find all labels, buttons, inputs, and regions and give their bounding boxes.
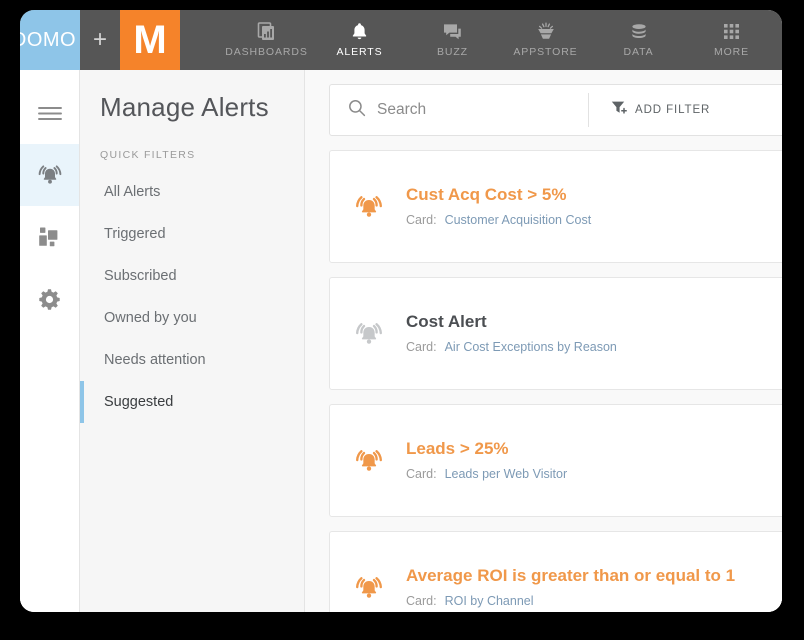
alert-bell-ringing-icon [352, 572, 406, 604]
alert-bell-ringing-icon [35, 161, 65, 189]
alert-subline: Card: Leads per Web Visitor [406, 467, 567, 481]
alert-card[interactable]: Average ROI is greater than or equal to … [329, 531, 782, 612]
search-input[interactable]: Search [330, 85, 588, 135]
gear-icon [37, 287, 62, 312]
quick-filters-label: QUICK FILTERS [100, 149, 196, 161]
rail-item-alerts[interactable] [20, 144, 79, 206]
alert-card[interactable]: Leads > 25% Card: Leads per Web Visitor [329, 404, 782, 517]
quick-filter-owned-by-you[interactable]: Owned by you [80, 297, 304, 339]
nav-label-dashboards: DASHBOARDS [225, 46, 308, 58]
bell-icon [351, 22, 368, 41]
nav-label-buzz: BUZZ [436, 46, 468, 58]
add-filter-label: ADD FILTER [635, 104, 711, 116]
nav-label-alerts: ALERTS [336, 46, 383, 58]
search-bar: Search ADD FILTER [329, 84, 782, 136]
alert-card-link[interactable]: Leads per Web Visitor [445, 467, 568, 481]
quick-filters-panel: Manage Alerts QUICK FILTERS All Alerts T… [80, 70, 305, 612]
alert-card-label: Card: [406, 213, 437, 228]
alert-text: Average ROI is greater than or equal to … [406, 565, 736, 608]
alert-subline: Card: ROI by Channel [406, 594, 735, 608]
icon-rail [20, 70, 80, 612]
alert-text: Leads > 25% Card: Leads per Web Visitor [406, 438, 567, 481]
nav-label-appstore: APPSTORE [513, 46, 578, 58]
page-title: Manage Alerts [100, 92, 269, 122]
alert-title: Cost Alert [406, 311, 487, 331]
nav-label-data: DATA [623, 46, 654, 58]
top-nav-items: DASHBOARDS ALERTS BUZZ APPSTORE DATA MOR… [180, 10, 782, 70]
quick-filter-triggered[interactable]: Triggered [80, 213, 304, 255]
nav-label-more: MORE [713, 46, 750, 58]
alert-subline: Card: Air Cost Exceptions by Reason [406, 340, 617, 354]
alert-title: Leads > 25% [406, 438, 509, 458]
alerts-content: Search ADD FILTER Cust Acq Cost > 5% Car… [305, 70, 782, 612]
grid-dots-icon [723, 22, 740, 41]
database-icon [630, 22, 648, 41]
alert-card-link[interactable]: Air Cost Exceptions by Reason [445, 340, 617, 354]
nav-item-data[interactable]: DATA [592, 10, 685, 70]
nav-item-appstore[interactable]: APPSTORE [499, 10, 592, 70]
chat-bubbles-icon [443, 22, 462, 41]
dashboard-chart-icon [257, 22, 276, 41]
alert-card-label: Card: [406, 340, 437, 355]
rail-item-menu[interactable] [20, 82, 79, 144]
partner-logo-text: M [133, 18, 167, 62]
top-navigation-bar: DOMO + M DASHBOARDS [20, 10, 782, 70]
nav-item-more[interactable]: MORE [685, 10, 778, 70]
domo-logo[interactable]: DOMO [20, 10, 80, 70]
alert-card[interactable]: Cust Acq Cost > 5% Card: Customer Acquis… [329, 150, 782, 263]
quick-filter-list: All Alerts Triggered Subscribed Owned by… [80, 171, 304, 423]
alert-title: Cust Acq Cost > 5% [406, 184, 567, 204]
quick-filter-subscribed[interactable]: Subscribed [80, 255, 304, 297]
alert-bell-ringing-icon [352, 318, 406, 350]
alert-card-link[interactable]: ROI by Channel [445, 594, 534, 608]
hamburger-menu-icon [37, 105, 63, 122]
cards-blocks-icon [37, 225, 62, 250]
partner-logo[interactable]: M [120, 10, 180, 70]
nav-item-alerts[interactable]: ALERTS [313, 10, 406, 70]
nav-item-buzz[interactable]: BUZZ [406, 10, 499, 70]
plus-symbol: + [92, 26, 107, 53]
search-icon [348, 99, 366, 122]
quick-filter-needs-attention[interactable]: Needs attention [80, 339, 304, 381]
alert-bell-ringing-icon [352, 191, 406, 223]
search-placeholder: Search [377, 101, 427, 118]
alert-card-label: Card: [406, 594, 437, 609]
alert-card-link[interactable]: Customer Acquisition Cost [445, 213, 592, 227]
rail-item-settings[interactable] [20, 268, 79, 330]
add-filter-button[interactable]: ADD FILTER [589, 85, 710, 135]
quick-filter-suggested[interactable]: Suggested [80, 381, 304, 423]
appstore-icon [536, 22, 556, 41]
alert-text: Cost Alert Card: Air Cost Exceptions by … [406, 311, 617, 354]
alert-subline: Card: Customer Acquisition Cost [406, 213, 591, 227]
alert-bell-ringing-icon [352, 445, 406, 477]
body-area: Manage Alerts QUICK FILTERS All Alerts T… [20, 70, 782, 612]
alert-card[interactable]: Cost Alert Card: Air Cost Exceptions by … [329, 277, 782, 390]
quick-filter-all-alerts[interactable]: All Alerts [80, 171, 304, 213]
nav-item-dashboards[interactable]: DASHBOARDS [220, 10, 313, 70]
alert-card-label: Card: [406, 467, 437, 482]
rail-item-cards[interactable] [20, 206, 79, 268]
plus-separator-icon: + [80, 10, 120, 70]
app-window: DOMO + M DASHBOARDS [20, 10, 782, 612]
alert-title: Average ROI is greater than or equal to … [406, 565, 736, 585]
alert-text: Cust Acq Cost > 5% Card: Customer Acquis… [406, 184, 591, 227]
domo-logo-text: DOMO [20, 28, 77, 51]
funnel-plus-icon [611, 100, 627, 120]
alert-list: Cust Acq Cost > 5% Card: Customer Acquis… [329, 150, 782, 612]
